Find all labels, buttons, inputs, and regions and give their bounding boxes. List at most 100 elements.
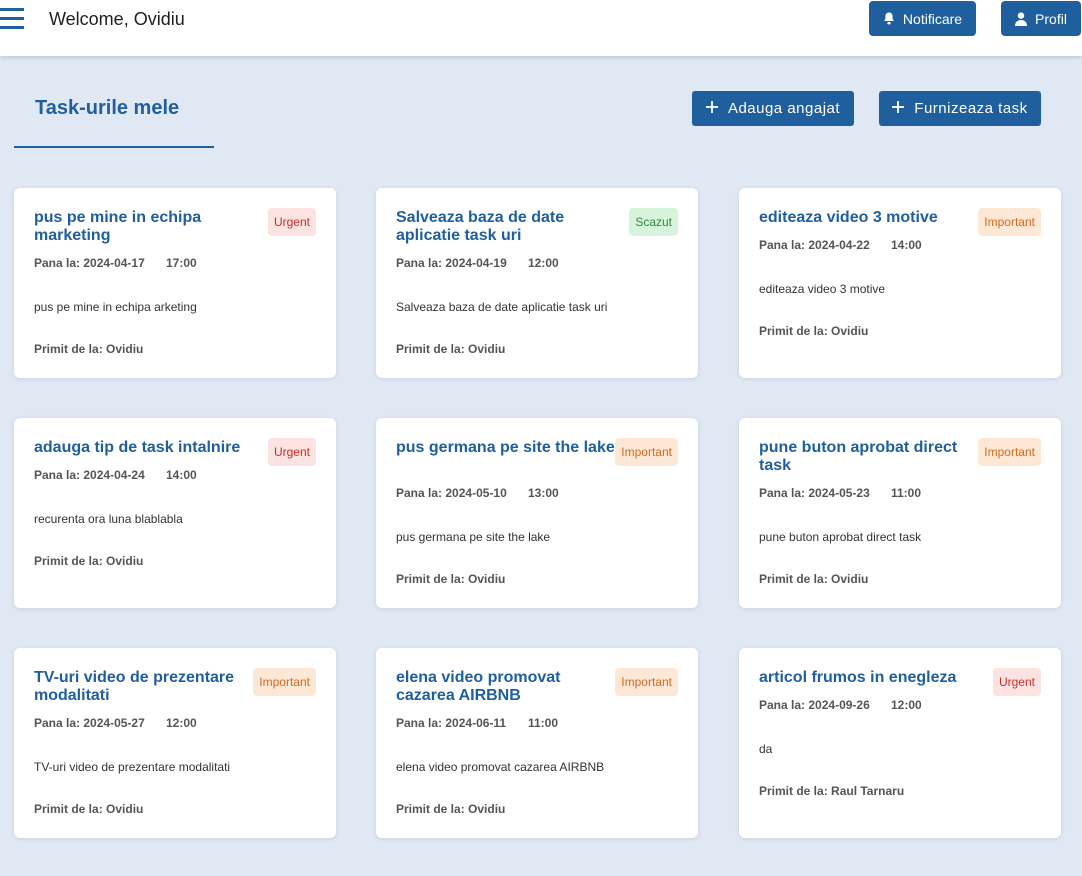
task-description: elena video promovat cazarea AIRBNB bbox=[396, 760, 605, 774]
menu-icon[interactable] bbox=[0, 8, 24, 30]
priority-badge: Important bbox=[978, 438, 1041, 466]
task-from: Primit de la: Ovidiu bbox=[759, 572, 868, 586]
bell-icon bbox=[883, 12, 895, 25]
due-date: 2024-04-24 bbox=[83, 468, 145, 482]
add-employee-button[interactable]: Adauga angajat bbox=[692, 91, 854, 126]
from-label: Primit de la: bbox=[34, 342, 103, 356]
due-date: 2024-06-11 bbox=[445, 716, 507, 730]
from-label: Primit de la: bbox=[759, 572, 828, 586]
task-title: pune buton aprobat direct task bbox=[759, 439, 958, 474]
task-due: Pana la: 2024-04-24 14:00 bbox=[34, 468, 197, 482]
priority-badge: Important bbox=[615, 438, 678, 466]
task-card[interactable]: pus germana pe site the lake Important P… bbox=[376, 418, 698, 608]
due-time: 12:00 bbox=[528, 256, 559, 270]
task-description: pus pe mine in echipa arketing bbox=[34, 300, 197, 314]
task-from: Primit de la: Ovidiu bbox=[759, 324, 868, 338]
due-time: 11:00 bbox=[528, 716, 559, 730]
due-label: Pana la: bbox=[34, 468, 81, 482]
task-from: Primit de la: Raul Tarnaru bbox=[759, 784, 904, 798]
task-from: Primit de la: Ovidiu bbox=[396, 572, 505, 586]
from-label: Primit de la: bbox=[396, 572, 465, 586]
due-time: 14:00 bbox=[891, 238, 922, 252]
task-from: Primit de la: Ovidiu bbox=[34, 802, 143, 816]
task-due: Pana la: 2024-05-23 11:00 bbox=[759, 486, 921, 500]
task-card[interactable]: adauga tip de task intalnire Urgent Pana… bbox=[14, 418, 336, 608]
from-label: Primit de la: bbox=[396, 342, 465, 356]
task-title: editeaza video 3 motive bbox=[759, 209, 938, 226]
page-title: Task-urile mele bbox=[35, 97, 180, 119]
plus-icon bbox=[705, 100, 718, 117]
task-card[interactable]: pus pe mine in echipa marketing Urgent P… bbox=[14, 188, 336, 378]
due-label: Pana la: bbox=[396, 716, 443, 730]
due-date: 2024-05-27 bbox=[83, 716, 145, 730]
notifications-label: Notificare bbox=[902, 10, 963, 27]
task-from: Primit de la: Ovidiu bbox=[34, 342, 143, 356]
from-name: Ovidiu bbox=[106, 554, 144, 568]
from-name: Ovidiu bbox=[106, 342, 144, 356]
due-label: Pana la: bbox=[759, 238, 806, 252]
task-title: Salveaza baza de date aplicatie task uri bbox=[396, 209, 565, 244]
task-due: Pana la: 2024-09-26 12:00 bbox=[759, 698, 922, 712]
from-label: Primit de la: bbox=[34, 554, 103, 568]
task-description: recurenta ora luna blablabla bbox=[34, 512, 183, 526]
due-time: 14:00 bbox=[166, 468, 197, 482]
due-time: 12:00 bbox=[891, 698, 922, 712]
task-card[interactable]: pune buton aprobat direct task Important… bbox=[739, 418, 1061, 608]
task-due: Pana la: 2024-04-17 17:00 bbox=[34, 256, 197, 270]
task-description: TV-uri video de prezentare modalitati bbox=[34, 760, 231, 774]
task-description: pus germana pe site the lake bbox=[396, 530, 551, 544]
from-name: Raul Tarnaru bbox=[831, 784, 905, 798]
due-time: 13:00 bbox=[528, 486, 559, 500]
provide-task-label: Furnizeaza task bbox=[914, 100, 1028, 117]
due-time: 11:00 bbox=[891, 486, 922, 500]
from-label: Primit de la: bbox=[759, 784, 828, 798]
profile-label: Profil bbox=[1035, 10, 1067, 27]
priority-badge: Urgent bbox=[992, 668, 1041, 696]
task-from: Primit de la: Ovidiu bbox=[396, 802, 505, 816]
task-due: Pana la: 2024-06-11 11:00 bbox=[396, 716, 558, 730]
due-label: Pana la: bbox=[34, 716, 81, 730]
due-time: 17:00 bbox=[166, 256, 197, 270]
from-label: Primit de la: bbox=[34, 802, 103, 816]
task-card[interactable]: editeaza video 3 motive Important Pana l… bbox=[739, 188, 1061, 378]
due-date: 2024-09-26 bbox=[808, 698, 870, 712]
priority-badge: Important bbox=[615, 668, 678, 696]
due-date: 2024-05-10 bbox=[445, 486, 507, 500]
task-title: pus germana pe site the lake bbox=[396, 439, 615, 456]
task-card[interactable]: articol frumos in enegleza Urgent Pana l… bbox=[739, 648, 1061, 838]
task-card[interactable]: TV-uri video de prezentare modalitati Im… bbox=[14, 648, 336, 838]
task-title: pus pe mine in echipa marketing bbox=[34, 209, 202, 244]
from-name: Ovidiu bbox=[831, 572, 869, 586]
from-name: Ovidiu bbox=[468, 342, 506, 356]
task-due: Pana la: 2024-05-27 12:00 bbox=[34, 716, 197, 730]
profile-button[interactable]: Profil bbox=[1001, 1, 1081, 36]
task-title: adauga tip de task intalnire bbox=[34, 439, 241, 456]
task-title: TV-uri video de prezentare modalitati bbox=[34, 669, 235, 704]
provide-task-button[interactable]: Furnizeaza task bbox=[879, 91, 1041, 126]
priority-badge: Urgent bbox=[267, 208, 316, 236]
due-label: Pana la: bbox=[396, 486, 443, 500]
from-name: Ovidiu bbox=[468, 802, 506, 816]
priority-badge: Scazut bbox=[629, 208, 678, 236]
task-title: elena video promovat cazarea AIRBNB bbox=[396, 669, 561, 704]
task-description: pune buton aprobat direct task bbox=[759, 530, 922, 544]
plus-icon bbox=[892, 100, 905, 117]
top-navbar: Welcome, Ovidiu Notificare Profil bbox=[0, 0, 1082, 56]
user-icon bbox=[1015, 11, 1028, 26]
notifications-button[interactable]: Notificare bbox=[869, 1, 976, 36]
add-employee-label: Adauga angajat bbox=[727, 100, 841, 117]
from-name: Ovidiu bbox=[831, 324, 869, 338]
task-from: Primit de la: Ovidiu bbox=[34, 554, 143, 568]
priority-badge: Urgent bbox=[267, 438, 316, 466]
priority-badge: Important bbox=[253, 668, 316, 696]
task-from: Primit de la: Ovidiu bbox=[396, 342, 505, 356]
task-card[interactable]: elena video promovat cazarea AIRBNB Impo… bbox=[376, 648, 698, 838]
from-label: Primit de la: bbox=[396, 802, 465, 816]
title-underline bbox=[14, 146, 214, 148]
task-description: editeaza video 3 motive bbox=[759, 282, 886, 296]
task-card[interactable]: Salveaza baza de date aplicatie task uri… bbox=[376, 188, 698, 378]
due-date: 2024-04-19 bbox=[445, 256, 507, 270]
due-date: 2024-04-17 bbox=[83, 256, 145, 270]
task-due: Pana la: 2024-04-22 14:00 bbox=[759, 238, 922, 252]
task-due: Pana la: 2024-04-19 12:00 bbox=[396, 256, 559, 270]
